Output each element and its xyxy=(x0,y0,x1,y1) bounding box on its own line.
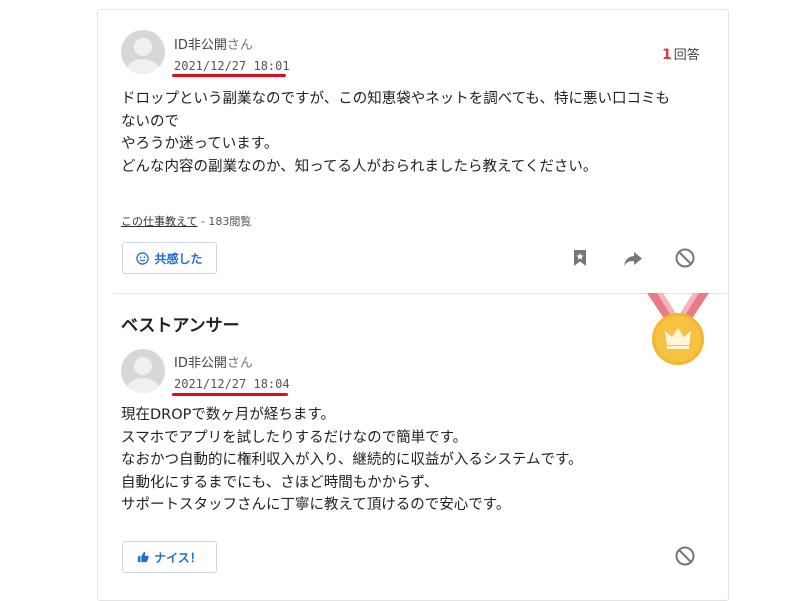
nice-button[interactable]: ナイス！ xyxy=(122,541,217,573)
best-answer-title: ベストアンサー xyxy=(121,316,240,336)
answer-user-avatar[interactable] xyxy=(121,349,165,393)
smile-icon xyxy=(136,251,150,265)
answer-body: 現在DROPで数ヶ月が経ちます。 スマホでアプリを試したりするだけなので簡単です… xyxy=(121,407,583,513)
block-button[interactable] xyxy=(672,245,698,271)
empathy-button[interactable]: 共感した xyxy=(122,242,217,274)
share-button[interactable] xyxy=(620,245,646,271)
bookmark-button[interactable] xyxy=(567,245,593,271)
answer-block-button[interactable] xyxy=(672,543,698,569)
question-date: 2021/12/27 18:01 xyxy=(174,59,290,73)
answer-count-label: 回答 xyxy=(673,48,700,63)
question-username-suffix: さん xyxy=(226,38,253,53)
answer-username-text[interactable]: ID非公開 xyxy=(174,356,227,371)
empathy-button-label: 共感した xyxy=(154,251,203,266)
question-meta: この仕事教えて - 183閲覧 xyxy=(121,213,251,229)
answer-username[interactable]: ID非公開さん xyxy=(174,352,253,371)
share-arrow-icon xyxy=(624,252,642,266)
question-body: ドロップという副業なのですが、この知恵袋やネットを調べても、特に悪い口コミもない… xyxy=(121,91,670,175)
question-username-text[interactable]: ID非公開 xyxy=(174,38,227,53)
answer-count[interactable]: 1 回答 xyxy=(662,44,700,63)
thumbs-up-icon xyxy=(138,552,149,563)
category-link[interactable]: この仕事教えて xyxy=(121,215,197,228)
nice-button-label: ナイス！ xyxy=(154,550,202,565)
question-user-avatar[interactable] xyxy=(121,30,165,74)
answer-username-suffix: さん xyxy=(226,356,253,371)
crown-medal-icon xyxy=(647,293,709,365)
view-count: - 183閲覧 xyxy=(197,215,252,228)
answer-date: 2021/12/27 18:04 xyxy=(174,377,290,391)
answer-date-underline xyxy=(172,393,288,396)
block-icon xyxy=(675,546,695,566)
bookmark-icon xyxy=(574,250,586,266)
question-date-underline xyxy=(172,74,286,77)
section-divider xyxy=(113,293,727,294)
question-username[interactable]: ID非公開さん xyxy=(174,34,253,53)
block-icon xyxy=(675,248,695,268)
answer-count-number: 1 xyxy=(662,47,672,63)
